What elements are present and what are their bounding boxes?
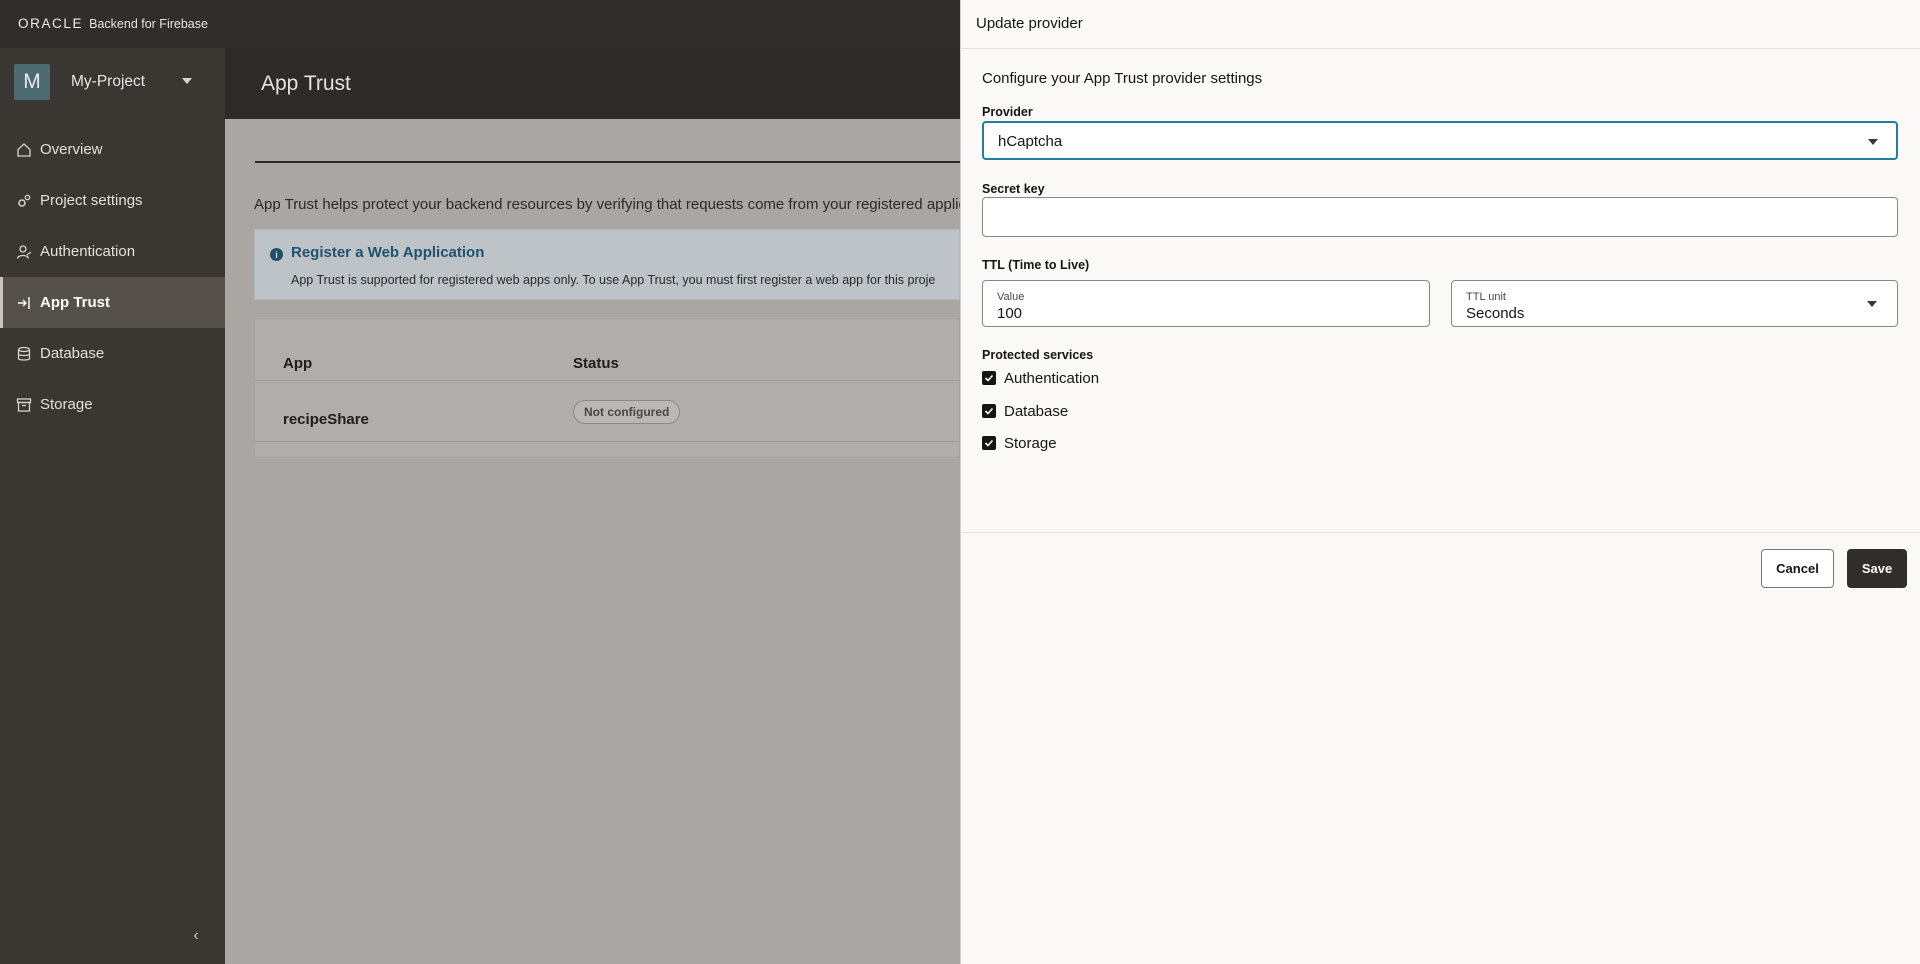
update-provider-drawer: Update provider Configure your App Trust…	[960, 0, 1920, 964]
apps-table: App Status recipeShare Not configured	[254, 318, 961, 458]
chevron-down-icon	[1867, 301, 1877, 307]
provider-select[interactable]: hCaptcha	[982, 121, 1898, 160]
cancel-button[interactable]: Cancel	[1761, 549, 1834, 588]
info-banner: i Register a Web Application App Trust i…	[254, 229, 960, 300]
checkmark-icon	[982, 436, 996, 450]
protected-services-label: Protected services	[982, 348, 1094, 362]
drawer-title: Update provider	[976, 15, 1083, 32]
ttl-value: 100	[997, 305, 1023, 322]
divider	[255, 441, 961, 442]
provider-value: hCaptcha	[998, 133, 1063, 150]
page-title: App Trust	[261, 72, 351, 95]
ttl-unit-label: TTL unit	[1466, 291, 1506, 303]
sidebar-item-label: Overview	[40, 141, 103, 158]
home-icon	[16, 142, 32, 158]
sidebar-item-label: App Trust	[40, 294, 110, 311]
collapse-sidebar-icon[interactable]: ‹	[186, 926, 206, 946]
table-cell-app[interactable]: recipeShare	[283, 411, 369, 428]
intro-text: App Trust helps protect your backend res…	[254, 196, 960, 213]
ttl-value-label: Value	[997, 291, 1025, 303]
main-content: App Trust helps protect your backend res…	[225, 119, 961, 964]
secret-key-input[interactable]	[982, 197, 1898, 237]
chevron-down-icon	[182, 78, 192, 84]
sidebar-item-overview[interactable]: Overview	[0, 124, 225, 175]
status-badge: Not configured	[573, 400, 681, 424]
ttl-unit-select[interactable]: TTL unit Seconds	[1451, 280, 1898, 327]
column-header-status: Status	[573, 355, 619, 372]
sidebar-item-authentication[interactable]: Authentication	[0, 226, 225, 277]
gears-icon	[16, 193, 32, 209]
sidebar-item-label: Authentication	[40, 243, 136, 260]
chevron-down-icon	[1868, 139, 1878, 145]
project-name: My-Project	[71, 73, 146, 90]
sidebar-item-app-trust[interactable]: App Trust	[0, 277, 225, 328]
sign-in-icon	[16, 295, 32, 311]
secret-key-label: Secret key	[982, 182, 1045, 196]
user-icon	[16, 244, 32, 260]
provider-label: Provider	[982, 105, 1033, 119]
checkmark-icon	[982, 371, 996, 385]
product-name: Backend for Firebase	[89, 16, 208, 31]
oracle-logo: ORACLE	[18, 16, 84, 31]
sidebar-item-label: Database	[40, 345, 105, 362]
database-icon	[16, 346, 32, 362]
checkbox-label: Database	[1004, 402, 1069, 420]
save-button[interactable]: Save	[1847, 549, 1907, 588]
sidebar-item-database[interactable]: Database	[0, 328, 225, 379]
sidebar-item-project-settings[interactable]: Project settings	[0, 175, 225, 226]
service-checkbox-storage[interactable]: Storage	[982, 433, 1057, 453]
sidebar-item-label: Storage	[40, 396, 93, 413]
sidebar-item-storage[interactable]: Storage	[0, 379, 225, 430]
checkmark-icon	[982, 404, 996, 418]
tab-underline	[255, 161, 960, 163]
info-title: Register a Web Application	[291, 244, 485, 261]
drawer-header: Update provider	[961, 0, 1920, 49]
archive-icon	[16, 397, 32, 413]
brand: ORACLE Backend for Firebase	[18, 16, 208, 31]
sidebar-nav: Overview Project settings Authentication…	[0, 124, 225, 430]
project-avatar: M	[14, 64, 50, 100]
sidebar: M My-Project Overview Project settings A…	[0, 48, 225, 964]
column-header-app: App	[283, 355, 313, 372]
info-text: App Trust is supported for registered we…	[291, 273, 936, 287]
drawer-footer-divider	[961, 532, 1920, 533]
checkbox-label: Storage	[1004, 434, 1057, 452]
page-header: App Trust	[225, 48, 960, 119]
ttl-label: TTL (Time to Live)	[982, 258, 1090, 272]
service-checkbox-database[interactable]: Database	[982, 401, 1068, 421]
project-selector[interactable]: M My-Project	[14, 64, 214, 100]
divider	[255, 380, 961, 381]
service-checkbox-authentication[interactable]: Authentication	[982, 368, 1099, 388]
drawer-subtitle: Configure your App Trust provider settin…	[982, 70, 1263, 87]
ttl-value-input[interactable]: Value 100	[982, 280, 1430, 327]
info-icon: i	[270, 248, 283, 261]
checkbox-label: Authentication	[1004, 369, 1100, 387]
sidebar-item-label: Project settings	[40, 192, 143, 209]
ttl-unit-value: Seconds	[1466, 305, 1525, 322]
